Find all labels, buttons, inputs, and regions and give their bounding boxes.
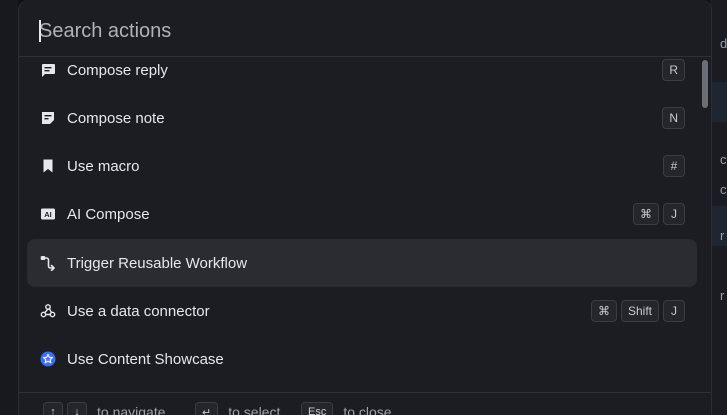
background-text: c — [720, 182, 727, 197]
background-text: d — [720, 36, 727, 51]
scrollbar-thumb[interactable] — [702, 60, 708, 108]
action-list: Compose reply R Compose note N Use macro… — [19, 56, 711, 392]
hint-text: to select — [228, 404, 281, 415]
search-input[interactable] — [39, 17, 679, 45]
background-text: r — [720, 228, 725, 243]
action-trigger-reusable-workflow[interactable]: Trigger Reusable Workflow — [27, 239, 697, 287]
background-block — [710, 82, 727, 122]
hint-text: to navigate — [97, 404, 166, 415]
hint-close: Esc to close — [301, 402, 392, 415]
hint-navigate: ↑ ↓ to navigate — [43, 402, 166, 415]
background-text: c — [720, 152, 727, 167]
shortcut-key: # — [663, 155, 685, 177]
action-use-data-connector[interactable]: Use a data connector ⌘ Shift J — [27, 287, 697, 335]
arrow-up-key: ↑ — [43, 402, 63, 415]
action-ai-compose[interactable]: AI AI Compose ⌘ J — [27, 190, 697, 238]
background-left-panel — [0, 0, 18, 415]
command-palette: Compose reply R Compose note N Use macro… — [18, 0, 712, 415]
hint-text: to close — [343, 404, 392, 415]
footer-hints: ↑ ↓ to navigate ↵ to select Esc to close — [19, 392, 711, 415]
action-label: Use a data connector — [67, 302, 210, 320]
note-icon — [39, 109, 57, 127]
enter-key: ↵ — [195, 402, 219, 415]
shortcut-keys: ⌘ Shift J — [590, 300, 685, 322]
escape-key: Esc — [301, 402, 334, 415]
shortcut-key: J — [663, 300, 685, 322]
action-label: Use macro — [67, 157, 140, 175]
background-text: r — [720, 288, 725, 303]
action-use-content-showcase[interactable]: Use Content Showcase — [27, 335, 697, 383]
action-compose-note[interactable]: Compose note N — [27, 94, 697, 142]
background-right-panel: d c c r r — [710, 0, 727, 415]
shortcut-keys: ⌘ J — [633, 203, 685, 225]
shortcut-keys: R — [662, 59, 685, 81]
action-label: Compose note — [67, 109, 165, 127]
shortcut-key: ⌘ — [590, 300, 617, 322]
arrow-down-key: ↓ — [67, 402, 87, 415]
action-label: Trigger Reusable Workflow — [67, 254, 248, 272]
search-bar — [19, 0, 711, 57]
shortcut-keys: N — [662, 107, 685, 129]
workflow-icon — [39, 254, 57, 272]
shortcut-key: R — [662, 59, 685, 81]
shortcut-key: J — [663, 203, 685, 225]
star-badge-icon — [39, 350, 57, 368]
shortcut-keys: # — [663, 155, 685, 177]
shortcut-key: ⌘ — [633, 203, 659, 225]
hint-select: ↵ to select — [195, 402, 280, 415]
scrollbar[interactable] — [701, 60, 709, 390]
ai-icon: AI — [39, 205, 57, 223]
action-label: AI Compose — [67, 205, 150, 223]
shortcut-key: N — [662, 107, 685, 129]
background-block — [710, 206, 727, 246]
action-label: Compose reply — [67, 61, 168, 79]
action-compose-reply[interactable]: Compose reply R — [27, 56, 697, 94]
text-caret — [39, 20, 41, 42]
compose-reply-icon — [39, 61, 57, 79]
webhook-icon — [39, 302, 57, 320]
svg-text:AI: AI — [44, 210, 52, 219]
action-use-macro[interactable]: Use macro # — [27, 142, 697, 190]
shortcut-key: Shift — [620, 300, 659, 322]
action-label: Use Content Showcase — [67, 350, 224, 368]
bookmark-icon — [39, 157, 57, 175]
